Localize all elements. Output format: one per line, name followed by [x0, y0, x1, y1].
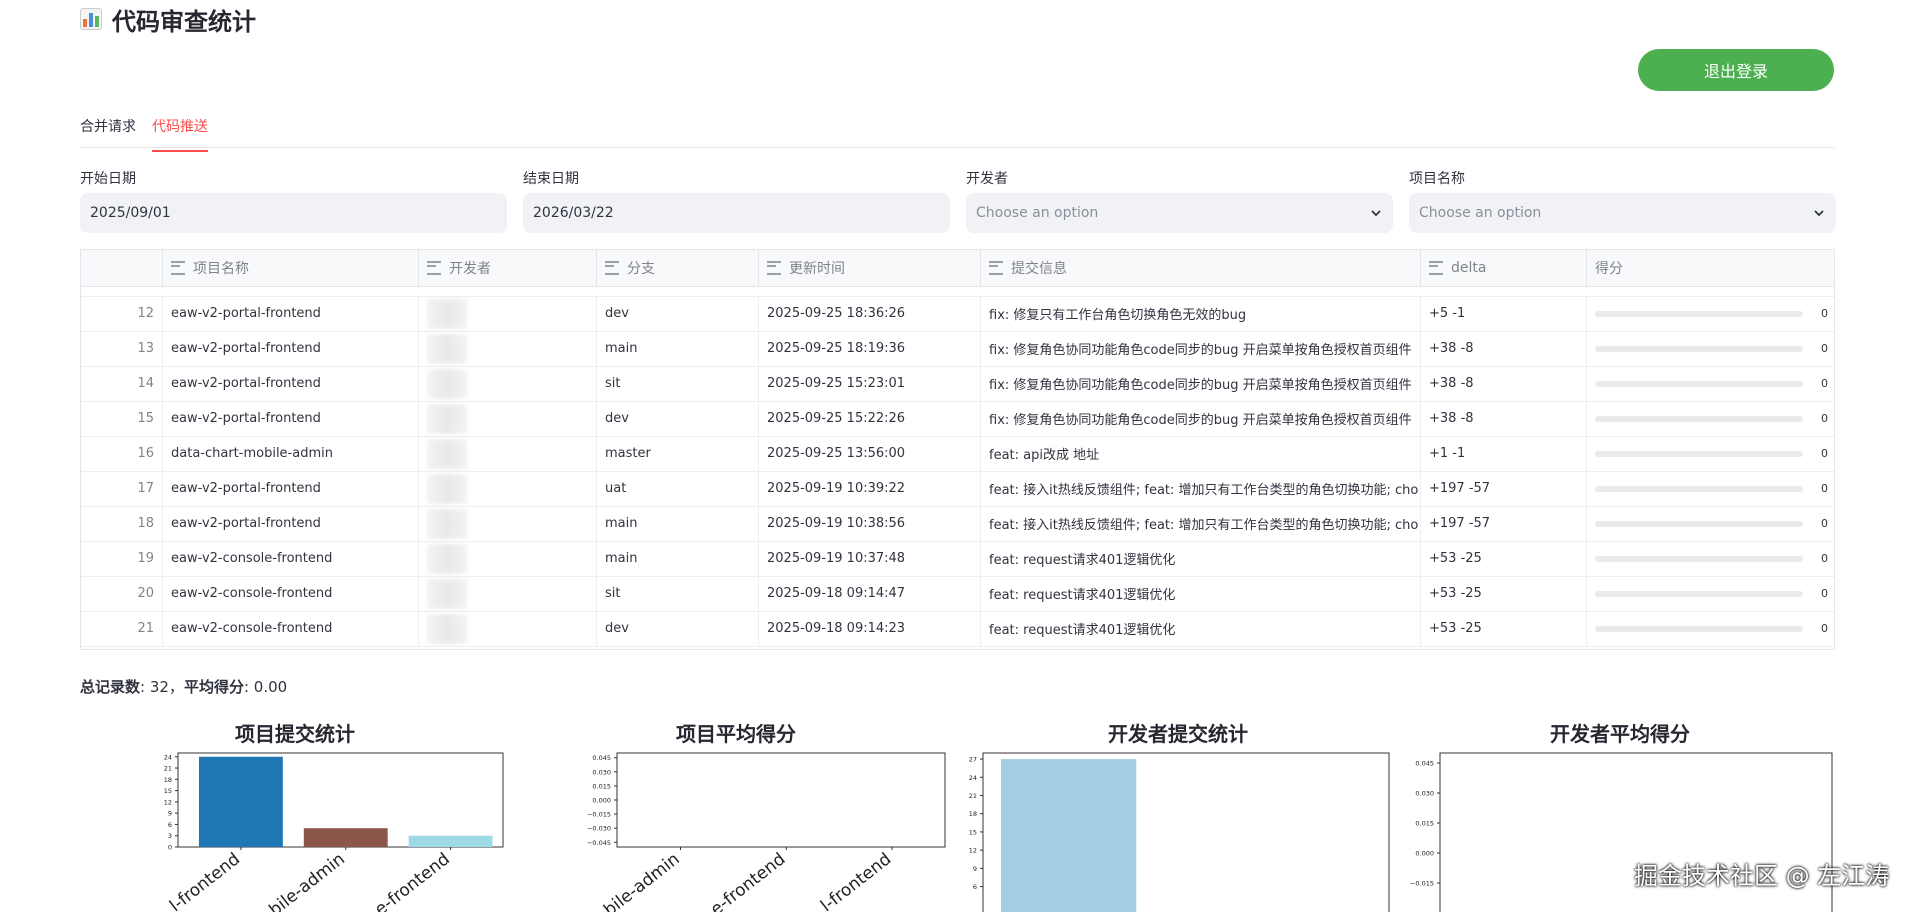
y-tick-label: −0.045: [587, 839, 611, 847]
x-tick-label: bile-admin: [265, 849, 348, 912]
y-tick-label: 21: [164, 765, 172, 773]
y-tick-label: −0.015: [1410, 880, 1434, 888]
y-tick-label: 0.045: [1415, 760, 1434, 768]
y-tick-label: 18: [969, 810, 977, 818]
y-tick-label: −0.015: [587, 811, 611, 819]
watermark: 掘金技术社区 @ 左江涛: [1634, 862, 1890, 890]
x-tick-label: e-frontend: [707, 849, 789, 912]
y-tick-label: 6: [168, 821, 172, 829]
bar: [198, 756, 283, 847]
y-tick-label: 18: [164, 776, 172, 784]
y-tick-label: 6: [973, 883, 977, 891]
y-tick-label: 0.015: [1415, 820, 1434, 828]
y-tick-label: 9: [973, 865, 977, 873]
bar: [303, 828, 388, 847]
bar: [408, 835, 493, 847]
plot-frame: [616, 752, 946, 848]
y-tick-label: 0.000: [1415, 850, 1434, 858]
x-tick-label: l-frontend: [817, 849, 895, 912]
y-tick-label: 0.045: [592, 754, 611, 762]
y-tick-label: 0.030: [592, 768, 611, 776]
x-tick-label: bile-admin: [600, 849, 683, 912]
x-tick-label: e-frontend: [371, 849, 453, 912]
developer-commit-chart: 6 9 12 15 18 21 24 27: [969, 752, 1390, 912]
y-tick-label: −0.030: [587, 825, 611, 833]
charts-canvas: 0 3 6 9 12 15 18 21 24 l-frontend bile-admin e-fron…: [164, 752, 1833, 912]
y-tick-label: 21: [969, 792, 977, 800]
y-tick-label: 0: [168, 844, 172, 852]
project-average-score-chart: −0.045 −0.030 −0.015 0.000 0.015 0.030 0.045 bi…: [587, 752, 946, 912]
y-tick-label: 3: [168, 832, 172, 840]
y-tick-label: 24: [164, 753, 172, 761]
y-tick-label: 0.015: [592, 782, 611, 790]
y-tick-label: 0.000: [592, 797, 611, 805]
y-tick-label: 15: [164, 787, 172, 795]
y-tick-label: 9: [168, 810, 172, 818]
y-tick-label: 24: [969, 774, 977, 782]
project-commit-chart: 0 3 6 9 12 15 18 21 24 l-frontend bile-admin e-fron…: [164, 752, 504, 912]
y-tick-label: 0.030: [1415, 790, 1434, 798]
y-tick-label: 15: [969, 828, 977, 836]
x-tick-label: l-frontend: [166, 849, 244, 912]
y-tick-label: 27: [969, 756, 977, 764]
y-tick-label: 12: [969, 847, 977, 855]
bar: [1001, 759, 1137, 912]
y-tick-label: 12: [164, 798, 172, 806]
